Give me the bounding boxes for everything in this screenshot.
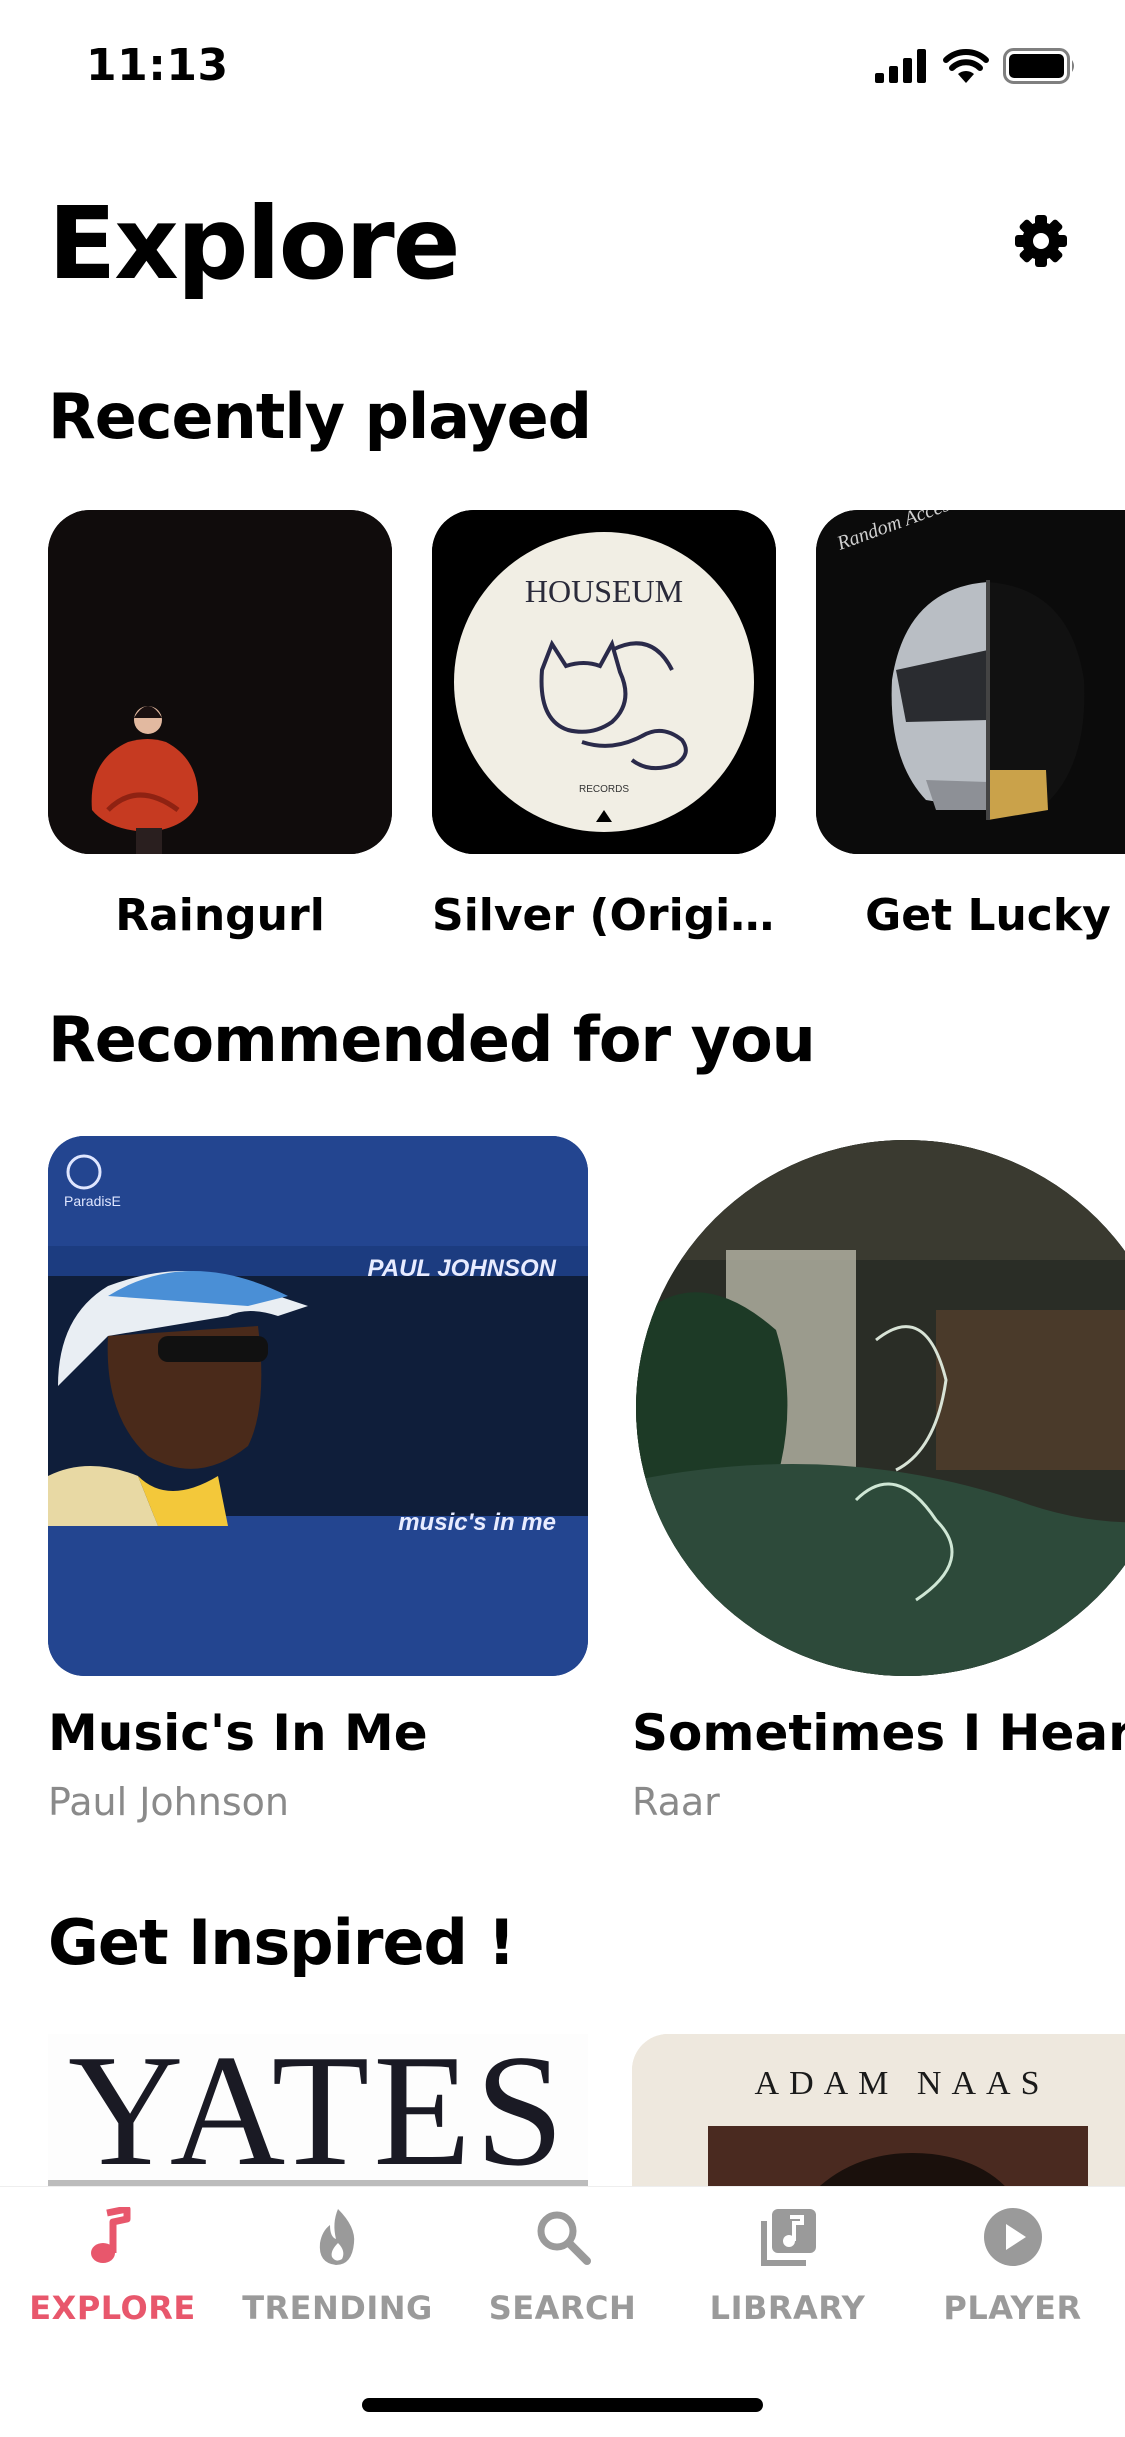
album-art-raingurl[interactable] bbox=[48, 510, 392, 854]
inspired-card-yates[interactable]: YATES bbox=[48, 2034, 588, 2186]
houseum-text: HOUSEUM bbox=[525, 573, 683, 609]
tab-search[interactable]: SEARCH bbox=[450, 2207, 675, 2327]
tab-label-search: SEARCH bbox=[488, 2289, 637, 2327]
home-indicator bbox=[362, 2398, 763, 2412]
raingurl-art bbox=[48, 510, 392, 854]
art-text-bottom: music's in me bbox=[398, 1509, 556, 1536]
recommended-title: Recommended for you bbox=[48, 1003, 816, 1076]
rec-title-sometimes[interactable]: Sometimes I Hear S bbox=[632, 1704, 1125, 1762]
musics-in-me-art: PAUL JOHNSON music's in me ParadisE bbox=[48, 1136, 588, 1676]
adam-naas-text: ADAM NAAS bbox=[755, 2065, 1050, 2102]
tab-player[interactable]: PLAYER bbox=[900, 2207, 1125, 2327]
search-icon bbox=[537, 2211, 591, 2265]
album-title-get-lucky[interactable]: Get Lucky bbox=[846, 890, 1125, 941]
tab-label-trending: TRENDING bbox=[242, 2289, 433, 2327]
tab-library[interactable]: LIBRARY bbox=[675, 2207, 900, 2327]
art-text-top: PAUL JOHNSON bbox=[368, 1255, 557, 1282]
page-title: Explore bbox=[48, 185, 461, 302]
houseum-sub: RECORDS bbox=[579, 784, 629, 795]
play-circle-icon bbox=[983, 2208, 1042, 2266]
art-logo: ParadisE bbox=[64, 1193, 121, 1209]
battery-icon bbox=[1003, 48, 1074, 84]
rec-artist-raar[interactable]: Raar bbox=[632, 1780, 720, 1824]
album-art-sometimes[interactable] bbox=[636, 1140, 1125, 1676]
inspired-card-adam-naas[interactable]: ADAM NAAS bbox=[632, 2034, 1125, 2186]
rec-artist-paul-johnson[interactable]: Paul Johnson bbox=[48, 1780, 289, 1824]
houseum-art: HOUSEUM RECORDS bbox=[432, 510, 776, 854]
settings-button[interactable] bbox=[1014, 214, 1068, 268]
get-lucky-art: Random Access Memories bbox=[816, 510, 1125, 854]
signal-icon bbox=[875, 49, 926, 83]
get-inspired-title: Get Inspired ! bbox=[48, 1906, 516, 1979]
yates-text: YATES bbox=[68, 2034, 568, 2186]
tab-trending[interactable]: TRENDING bbox=[225, 2207, 450, 2327]
library-icon bbox=[760, 2209, 816, 2266]
adam-naas-art: ADAM NAAS bbox=[632, 2034, 1125, 2186]
tab-label-library: LIBRARY bbox=[709, 2289, 866, 2327]
music-note-icon bbox=[90, 2207, 130, 2263]
flame-icon bbox=[319, 2209, 354, 2265]
album-title-raingurl[interactable]: Raingurl bbox=[48, 890, 392, 941]
yates-art: YATES bbox=[48, 2034, 588, 2186]
gear-icon bbox=[1015, 215, 1067, 267]
status-icons bbox=[875, 48, 1077, 84]
album-art-get-lucky[interactable]: Random Access Memories bbox=[816, 510, 1125, 854]
recently-played-title: Recently played bbox=[48, 380, 592, 453]
recently-played-row[interactable]: Raingurl HOUSEUM RECORDS Silver (Origin…… bbox=[0, 510, 1125, 950]
tab-label-player: PLAYER bbox=[943, 2289, 1082, 2327]
rec-title-musics-in-me[interactable]: Music's In Me bbox=[48, 1704, 428, 1762]
tab-explore[interactable]: EXPLORE bbox=[0, 2207, 225, 2327]
sometimes-art bbox=[636, 1140, 1125, 1676]
album-art-houseum[interactable]: HOUSEUM RECORDS bbox=[432, 510, 776, 854]
get-inspired-row[interactable]: YATES ADAM NAAS bbox=[0, 2034, 1125, 2186]
status-time: 11:13 bbox=[86, 40, 229, 91]
wifi-icon bbox=[943, 49, 989, 83]
album-art-musics-in-me[interactable]: PAUL JOHNSON music's in me ParadisE bbox=[48, 1136, 588, 1676]
album-title-silver[interactable]: Silver (Origin… bbox=[432, 890, 776, 941]
tab-label-explore: EXPLORE bbox=[29, 2289, 196, 2327]
recommended-row[interactable]: PAUL JOHNSON music's in me ParadisE Musi… bbox=[0, 1136, 1125, 1836]
status-bar: 11:13 bbox=[0, 0, 1125, 140]
